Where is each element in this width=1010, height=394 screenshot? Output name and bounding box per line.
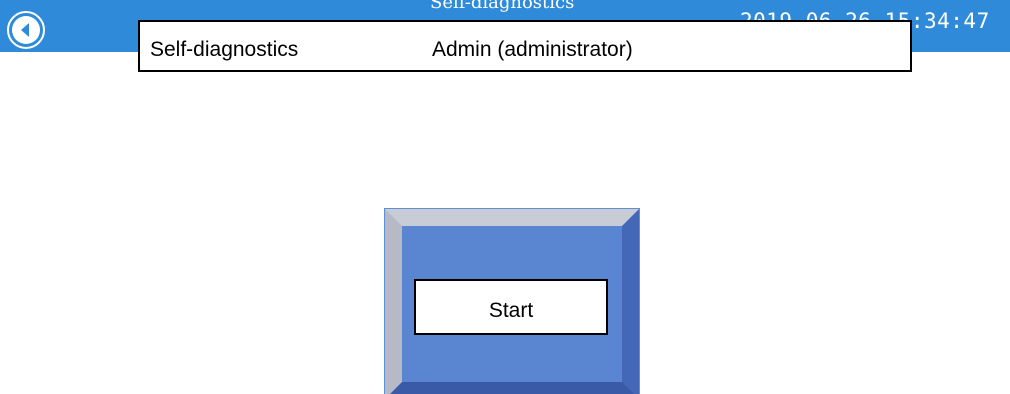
back-arrow-icon: [12, 16, 40, 44]
start-button[interactable]: Start: [414, 279, 608, 335]
info-banner: Self-diagnostics Admin (administrator): [138, 20, 912, 72]
self-diagnostics-screen: Self-diagnostics 2019-06-26 15:34:47 Sel…: [0, 0, 1010, 394]
screen-name-label: Self-diagnostics: [150, 38, 299, 61]
back-button[interactable]: [7, 11, 45, 49]
header-title: Self-diagnostics: [430, 0, 575, 13]
start-button-label: Start: [488, 299, 534, 322]
user-label: Admin (administrator): [432, 38, 633, 61]
